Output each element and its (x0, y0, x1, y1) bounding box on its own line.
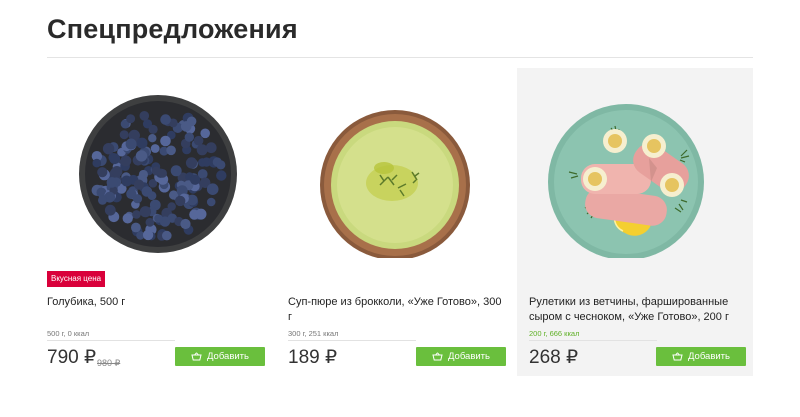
blueberry (139, 206, 151, 218)
blueberry (196, 144, 208, 156)
blueberry (166, 145, 176, 156)
product-card-blueberry[interactable]: Вкусная цена Голубика, 500 г 500 г, 0 кк… (47, 68, 283, 376)
blueberry (162, 230, 172, 241)
add-button-label: Добавить (688, 351, 730, 362)
blueberry (126, 188, 137, 199)
blueberry (151, 166, 161, 176)
blueberry (147, 191, 157, 201)
section-title: Спецпредложения (47, 14, 298, 44)
blueberry (97, 167, 108, 178)
blueberry (142, 229, 154, 241)
blueberry (106, 177, 118, 188)
blueberry (92, 158, 102, 168)
blueberry (206, 183, 219, 195)
blueberry (185, 157, 198, 169)
add-to-cart-button[interactable]: Добавить (175, 347, 265, 366)
ham-rolls-plate-icon[interactable] (529, 68, 765, 258)
product-card-ham-rolls[interactable]: Рулетики из ветчины, фаршированные сыром… (517, 68, 753, 376)
blueberry (184, 132, 194, 142)
product-name[interactable]: Рулетики из ветчины, фаршированные сыром… (529, 295, 739, 325)
title-divider (47, 57, 753, 58)
blueberry (125, 138, 137, 150)
blueberry (206, 197, 216, 207)
blueberry (216, 170, 227, 181)
product-price: 268 ₽ (529, 347, 579, 368)
blueberry (126, 114, 136, 124)
blueberry (190, 174, 201, 185)
old-price: 980 ₽ (97, 358, 121, 368)
product-price: 189 ₽ (288, 347, 338, 368)
basket-icon (432, 352, 443, 361)
blueberry (121, 175, 133, 187)
add-to-cart-button[interactable]: Добавить (656, 347, 746, 366)
blueberry (98, 195, 107, 205)
blueberry (200, 128, 210, 139)
price-divider (288, 340, 416, 341)
blueberry (111, 166, 123, 177)
blueberry (148, 124, 158, 134)
blueberry (160, 135, 171, 147)
blueberry (122, 213, 133, 224)
blueberry (104, 204, 116, 216)
blueberry (132, 210, 141, 219)
blueberry (170, 165, 182, 177)
blueberry (186, 116, 197, 127)
basket-icon (191, 352, 202, 361)
blueberry (133, 179, 145, 190)
blueberry (195, 208, 207, 220)
blueberry (102, 143, 115, 155)
blueberry (167, 202, 176, 211)
blueberry (193, 135, 204, 146)
blueberry (150, 144, 160, 153)
product-name[interactable]: Суп-пюре из брокколи, «Уже Готово», 300 … (288, 295, 508, 325)
blueberry (154, 214, 163, 223)
blueberry (135, 150, 148, 162)
product-meta: 500 г, 0 ккал (47, 329, 90, 338)
blueberry (119, 130, 129, 140)
blueberry (175, 195, 186, 207)
add-to-cart-button[interactable]: Добавить (416, 347, 506, 366)
price-divider (529, 340, 657, 341)
price-divider (47, 340, 175, 341)
add-button-label: Добавить (207, 351, 249, 362)
blueberry (136, 137, 148, 149)
product-price: 790 ₽ (47, 347, 97, 368)
basket-icon (672, 352, 683, 361)
blueberry (216, 160, 226, 170)
blueberry (120, 155, 132, 167)
blueberry (148, 134, 157, 143)
add-button-label: Добавить (448, 351, 490, 362)
promo-badge: Вкусная цена (47, 271, 106, 287)
blueberry (139, 111, 150, 121)
blueberry-plate-icon[interactable] (47, 68, 283, 258)
product-name[interactable]: Голубика, 500 г (47, 295, 267, 310)
product-meta: 200 г, 666 ккал (529, 329, 580, 338)
blueberry (109, 153, 121, 165)
product-meta: 300 г, 251 ккал (288, 329, 339, 338)
product-card-soup[interactable]: Суп-пюре из брокколи, «Уже Готово», 300 … (288, 68, 524, 376)
soup-bowl-icon[interactable] (288, 68, 524, 258)
blueberry (180, 218, 191, 230)
blueberry (131, 222, 141, 233)
blueberry (160, 114, 171, 125)
